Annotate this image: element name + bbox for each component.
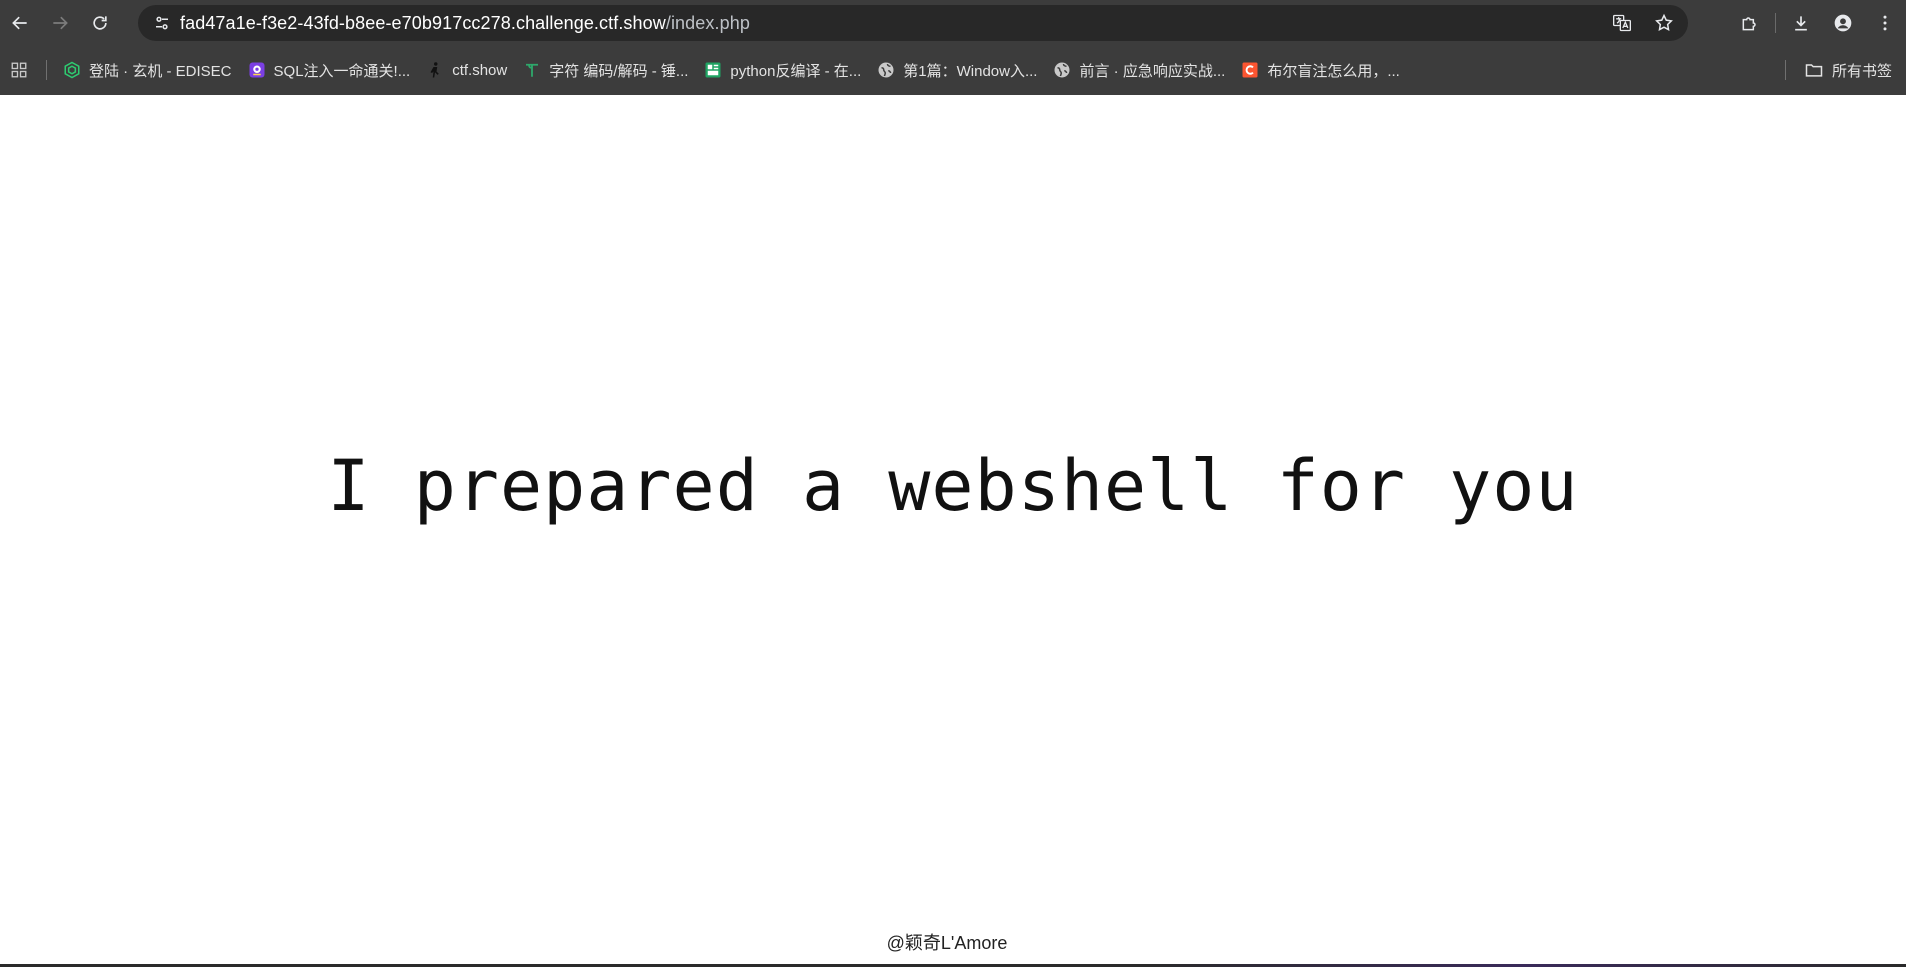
bookmarks-divider xyxy=(46,60,47,80)
browser-toolbar: fad47a1e-f3e2-43fd-b8ee-e70b917cc278.cha… xyxy=(0,0,1906,46)
account-icon xyxy=(1834,14,1852,32)
site-info-button[interactable] xyxy=(144,5,180,41)
purple-app-icon xyxy=(248,61,266,79)
t-tool-icon xyxy=(523,61,541,79)
bookmark-window-intro[interactable]: 第1篇：Window入... xyxy=(871,55,1047,85)
bookmark-incident-response[interactable]: 前言 · 应急响应实战... xyxy=(1047,55,1235,85)
bookmark-label: SQL注入一命通关!... xyxy=(273,62,411,80)
browser-chrome: fad47a1e-f3e2-43fd-b8ee-e70b917cc278.cha… xyxy=(0,0,1906,95)
download-icon xyxy=(1795,16,1807,31)
bookmarks-divider xyxy=(1784,60,1786,80)
arrow-right-icon xyxy=(53,16,68,30)
bookmarks-bar: 登陆 · 玄机 - EDISEC SQL注入一命通关!... ctf.show … xyxy=(0,50,1906,90)
tune-icon xyxy=(156,16,168,30)
c-site-icon xyxy=(1241,61,1259,79)
back-button[interactable] xyxy=(0,3,40,43)
bookmark-label: 第1篇：Window入... xyxy=(903,62,1038,80)
url-path: /index.php xyxy=(665,12,750,33)
bookmark-ctfshow[interactable]: ctf.show xyxy=(420,55,517,85)
runner-icon xyxy=(426,61,444,79)
translate-icon xyxy=(1613,14,1631,32)
bookmark-sql-injection[interactable]: SQL注入一命通关!... xyxy=(242,55,421,85)
address-bar-actions xyxy=(1608,5,1678,41)
bookmark-label: 登陆 · 玄机 - EDISEC xyxy=(89,62,232,80)
bookmark-star-button[interactable] xyxy=(1650,9,1678,37)
toolbar-divider xyxy=(1775,13,1776,33)
reload-button[interactable] xyxy=(80,3,120,43)
address-bar[interactable]: fad47a1e-f3e2-43fd-b8ee-e70b917cc278.cha… xyxy=(138,5,1688,41)
url-host: fad47a1e-f3e2-43fd-b8ee-e70b917cc278.cha… xyxy=(180,12,666,33)
downloads-button[interactable] xyxy=(1780,2,1822,44)
all-bookmarks-label: 所有书签 xyxy=(1831,62,1892,80)
bookmark-label: ctf.show xyxy=(452,61,508,79)
puzzle-icon xyxy=(1742,17,1756,31)
arrow-left-icon xyxy=(12,16,27,30)
browser-right-tools xyxy=(1729,0,1906,46)
all-bookmarks-button[interactable]: 所有书签 xyxy=(1784,50,1892,90)
bookmark-label: python反编译 - 在... xyxy=(730,62,862,80)
translate-button[interactable] xyxy=(1608,9,1636,37)
profile-button[interactable] xyxy=(1822,2,1864,44)
menu-button[interactable] xyxy=(1864,2,1906,44)
hexagon-icon xyxy=(63,61,81,79)
bookmark-char-encode[interactable]: 字符 编码/解码 - 锤... xyxy=(517,55,698,85)
forward-button[interactable] xyxy=(40,3,80,43)
globe-icon xyxy=(877,61,895,79)
globe-icon xyxy=(1053,61,1071,79)
tool-site-icon xyxy=(704,61,722,79)
bookmark-boolean-blind[interactable]: 布尔盲注怎么用，... xyxy=(1235,55,1410,85)
apps-grid-icon xyxy=(11,62,27,78)
page-headline: I prepared a webshell for you xyxy=(327,445,1579,527)
page-content: I prepared a webshell for you @颖奇L'Amore xyxy=(0,95,1906,967)
apps-button[interactable] xyxy=(0,54,38,86)
page-credit: @颖奇L'Amore xyxy=(886,933,1008,953)
more-vertical-icon xyxy=(1883,15,1887,31)
bookmark-edisec[interactable]: 登陆 · 玄机 - EDISEC xyxy=(57,55,242,85)
folder-icon xyxy=(1805,64,1823,77)
star-icon xyxy=(1655,13,1673,31)
url-text[interactable]: fad47a1e-f3e2-43fd-b8ee-e70b917cc278.cha… xyxy=(180,13,750,34)
reload-icon xyxy=(93,16,107,30)
bookmark-label: 布尔盲注怎么用，... xyxy=(1267,62,1400,80)
bookmark-python-decompile[interactable]: python反编译 - 在... xyxy=(698,55,871,85)
bookmark-label: 前言 · 应急响应实战... xyxy=(1079,62,1226,80)
extensions-button[interactable] xyxy=(1729,2,1771,44)
bookmark-label: 字符 编码/解码 - 锤... xyxy=(549,62,689,80)
